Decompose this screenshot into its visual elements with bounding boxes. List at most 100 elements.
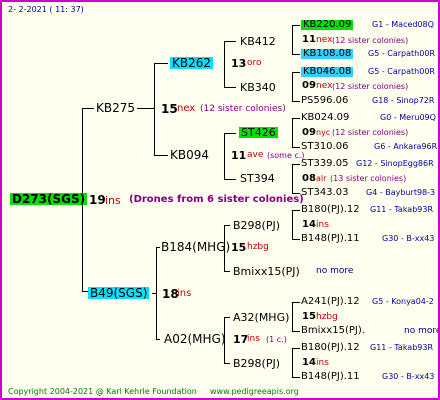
ggs-4-father[interactable]: A241(PJ).12 <box>301 297 360 307</box>
ggd-1-father[interactable]: KB046.08 <box>301 67 354 77</box>
ggs-2-year: 09 <box>302 127 316 138</box>
ggs-2-mother[interactable]: ST310.06 <box>301 142 348 152</box>
connector <box>292 101 300 102</box>
sire-granddam-year: 11 <box>231 149 247 162</box>
connector <box>224 271 230 272</box>
root-drone-note: (Drones from 6 sister colonies) <box>129 194 304 205</box>
copyright-text: Copyright 2004-2021 @ Karl Kehrle Founda… <box>8 387 197 396</box>
ggs-4-year: 15 <box>302 311 316 322</box>
sire-grandsire-breed: oro <box>247 58 262 68</box>
ggs-3-father[interactable]: B180(PJ).12 <box>301 205 360 215</box>
connector <box>292 377 300 378</box>
ggs-4-mother-loc: no more <box>404 326 440 336</box>
sire-grandsire-id[interactable]: KB262 <box>170 57 214 69</box>
connector <box>156 339 160 340</box>
ggd-4-id[interactable]: B298(PJ) <box>233 358 280 369</box>
ggd-2-father[interactable]: ST339.05 <box>301 159 348 169</box>
ggs-2-mother-loc: G6 - Ankara96R <box>374 142 438 151</box>
ggd-3-id[interactable]: Bmixx15(PJ) <box>233 266 300 277</box>
ggd-4-year: 14 <box>302 357 316 368</box>
ggd-1-mother[interactable]: PS596.06 <box>301 96 348 106</box>
ggs-4-id[interactable]: A32(MHG) <box>233 312 289 323</box>
root-queen-id[interactable]: D273(SGS) <box>10 193 88 205</box>
pedigree-chart: 2- 2-2021 ( 11: 37) D273(SGS) 19 ins (Dr… <box>0 0 440 400</box>
ggs-2-father[interactable]: KB024.09 <box>301 113 349 123</box>
connector <box>292 348 293 377</box>
connector <box>292 25 293 54</box>
ggd-2-father-loc: G12 - SinopEgg86R <box>356 159 434 168</box>
ggs-1-father[interactable]: KB220.09 <box>301 20 354 30</box>
ggd-1-father-loc: G5 - Carpath00R <box>368 67 435 76</box>
connector <box>224 179 236 180</box>
connector <box>292 164 300 165</box>
ggd-4-mother[interactable]: B148(PJ).11 <box>301 372 360 382</box>
sire-year: 15 <box>161 102 178 116</box>
connector <box>224 317 230 318</box>
sire-granddam-breed: ave <box>247 150 264 160</box>
ggd-4-father[interactable]: B180(PJ).12 <box>301 343 360 353</box>
ggs-3-mother[interactable]: B148(PJ).11 <box>301 234 360 244</box>
ggs-3-mother-loc: G30 - B-xx43 <box>382 234 435 243</box>
ggs-4-breed: hzbg <box>316 312 338 322</box>
ggd-1-note: (12 sister colonies) <box>332 82 409 91</box>
ggs-1-father-loc: G1 - Maced08Q <box>372 20 434 29</box>
ggs-1-id[interactable]: KB412 <box>240 36 276 47</box>
ggd-4-mother-loc: G30 - B-xx43 <box>382 372 435 381</box>
sire-granddam-id[interactable]: KB094 <box>170 149 209 161</box>
ggs-1-year: 11 <box>302 34 316 45</box>
dam-grandsire-year: 15 <box>231 241 247 254</box>
connector <box>292 302 293 331</box>
ggs-1-breed: nex <box>316 35 333 45</box>
ggs-2-father-loc: G0 - Meru09Q <box>380 113 436 122</box>
ggd-2-mother[interactable]: ST343.03 <box>301 188 348 198</box>
connector <box>292 210 300 211</box>
ggd-4-breed: ins <box>316 358 329 368</box>
dam-granddam-id[interactable]: A02(MHG) <box>164 333 226 345</box>
connector <box>292 302 300 303</box>
dam-granddam-note: (1 c.) <box>266 335 287 344</box>
sire-id[interactable]: KB275 <box>96 102 135 114</box>
ggs-1-note: (12 sister colonies) <box>332 36 409 45</box>
ggd-2-id[interactable]: ST394 <box>240 173 275 184</box>
date-header: 2- 2-2021 ( 11: 37) <box>8 5 84 14</box>
ggs-1-mother[interactable]: KB108.08 <box>301 49 354 59</box>
ggs-1-mother-loc: G5 - Carpath00R <box>368 49 435 58</box>
connector <box>154 155 168 156</box>
connector <box>224 225 230 226</box>
root-breed: ins <box>105 194 121 207</box>
connector <box>292 164 293 193</box>
connector <box>292 72 300 73</box>
ggd-1-breed: nex <box>316 81 333 91</box>
site-link[interactable]: www.pedigreeapis.org <box>210 388 299 396</box>
connector <box>224 41 236 42</box>
ggs-2-note: (12 sister colonies) <box>332 128 409 137</box>
sire-note: (12 sister colonies) <box>200 104 286 114</box>
dam-grandsire-breed: hzbg <box>247 242 269 252</box>
ggs-4-mother[interactable]: Bmixx15(PJ). <box>301 326 365 336</box>
dam-grandsire-id[interactable]: B184(MHG) <box>161 241 230 253</box>
connector <box>292 348 300 349</box>
connector <box>292 147 300 148</box>
ggd-2-note: (13 sister colonies) <box>330 174 407 183</box>
connector <box>137 108 154 109</box>
connector <box>224 363 230 364</box>
ggs-3-breed: ins <box>316 220 329 230</box>
connector <box>292 118 293 147</box>
connector <box>292 54 300 55</box>
connector <box>154 63 168 64</box>
ggd-3-note: no more <box>316 266 354 276</box>
connector <box>292 210 293 239</box>
dam-id[interactable]: B49(SGS) <box>88 287 150 299</box>
ggs-2-id[interactable]: ST426 <box>239 127 278 138</box>
connector <box>224 133 236 134</box>
dam-breed: ins <box>177 288 192 299</box>
ggd-1-id[interactable]: KB340 <box>240 82 276 93</box>
ggs-3-year: 14 <box>302 219 316 230</box>
ggs-2-breed: nyc <box>316 128 331 137</box>
ggd-2-breed: alr <box>316 174 327 183</box>
connector <box>292 331 300 332</box>
ggs-3-id[interactable]: B298(PJ) <box>233 220 280 231</box>
connector <box>224 133 225 179</box>
ggd-2-year: 08 <box>302 173 316 184</box>
ggs-4-father-loc: G5 - Konya04-2 <box>372 297 434 306</box>
